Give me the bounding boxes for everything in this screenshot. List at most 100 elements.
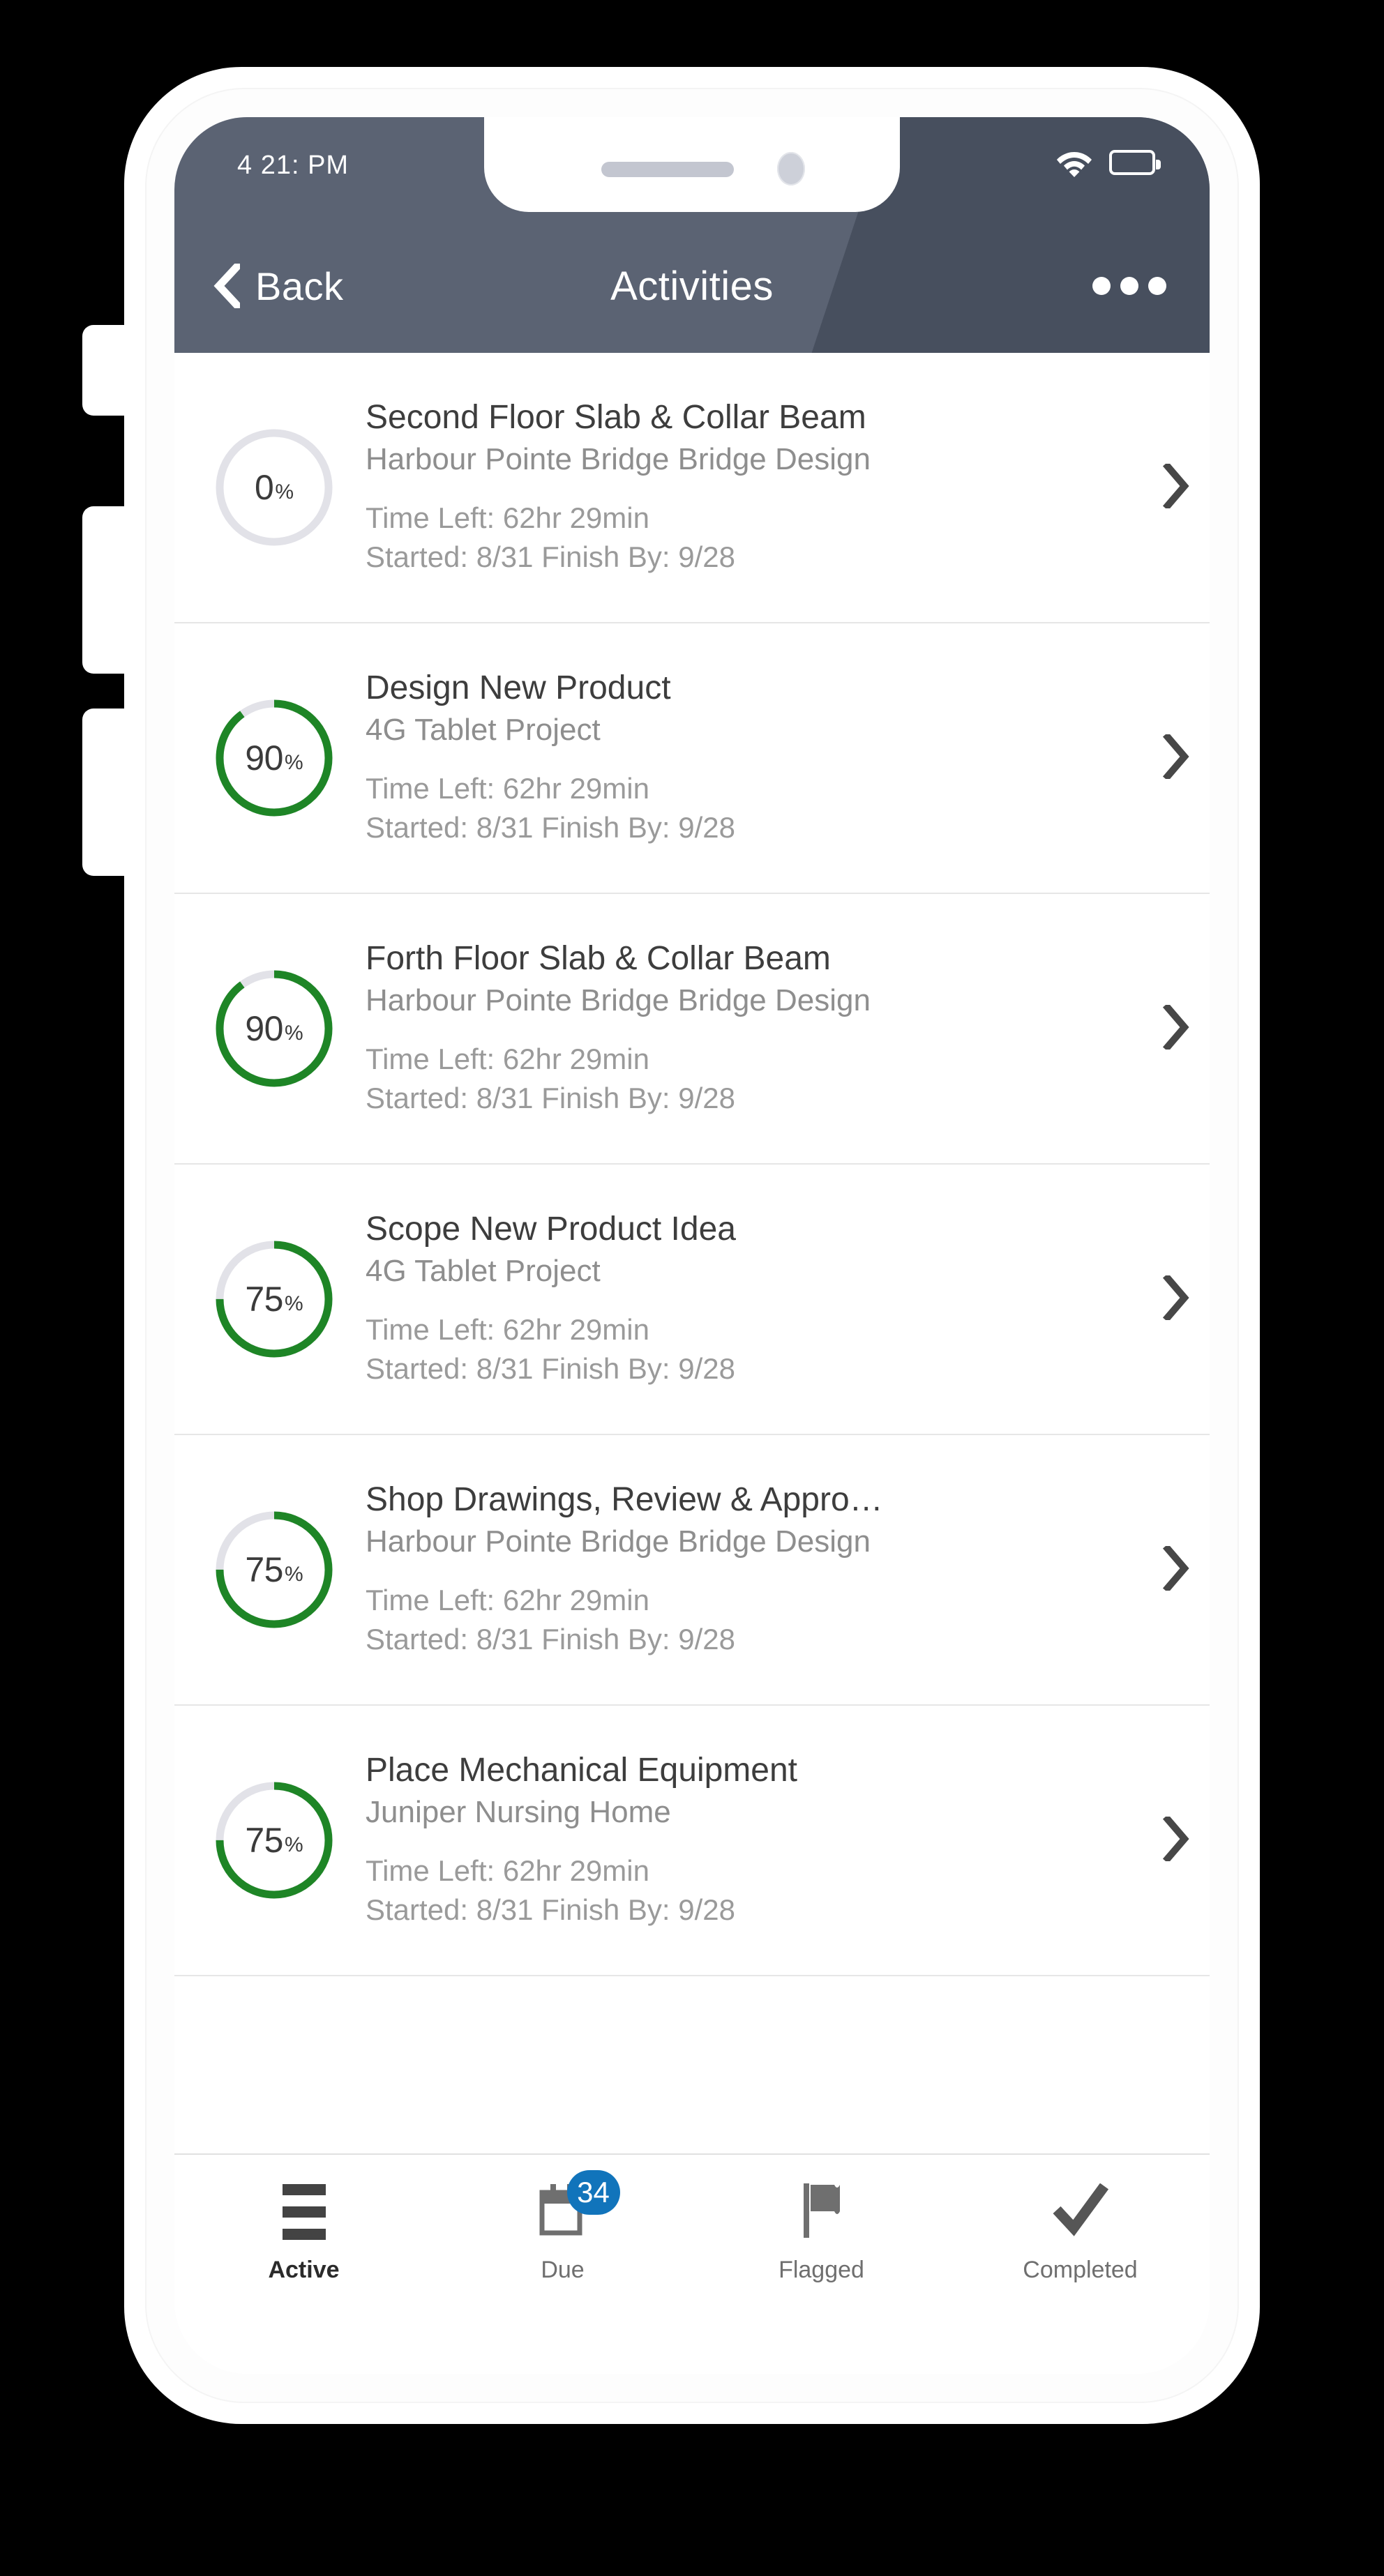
activity-text-block: Shop Drawings, Review & Appro… Harbour Po… (366, 1480, 1143, 1659)
activity-list[interactable]: 0% Second Floor Slab & Collar Beam Harbour… (174, 353, 1210, 2153)
activity-project: Juniper Nursing Home (366, 1794, 671, 1829)
activity-text-block: Forth Floor Slab & Collar Beam Harbour Po… (366, 939, 1143, 1118)
progress-ring: 0% (211, 424, 338, 551)
percent-symbol: % (284, 1022, 303, 1045)
activity-text-block: Place Mechanical Equipment Juniper Nursin… (366, 1751, 1143, 1930)
progress-ring-label: 75% (211, 1236, 338, 1363)
activity-title: Second Floor Slab & Collar Beam (366, 399, 866, 437)
activity-time-left: Time Left: 62hr 29min (366, 1854, 649, 1887)
status-bar-indicators (1056, 148, 1161, 177)
silent-switch-button[interactable] (82, 325, 127, 416)
activity-row[interactable]: 75% Place Mechanical Equipment Juniper Nur… (174, 1706, 1210, 1976)
progress-percent-value: 90 (245, 738, 283, 778)
tab-item-active[interactable]: Active (174, 2183, 433, 2284)
activity-project: 4G Tablet Project (366, 712, 601, 747)
activity-disclosure-button[interactable] (1143, 1002, 1210, 1053)
progress-ring: 90% (211, 695, 338, 821)
activity-time-left: Time Left: 62hr 29min (366, 1042, 649, 1075)
progress-ring-label: 90% (211, 965, 338, 1092)
activity-dates: Started: 8/31 Finish By: 9/28 (366, 811, 735, 844)
activity-text-block: Second Floor Slab & Collar Beam Harbour P… (366, 398, 1143, 577)
activity-row[interactable]: 90% Forth Floor Slab & Collar Beam Harbour… (174, 894, 1210, 1165)
bottom-tab-bar: Active 34 Due Flagged Completed (174, 2153, 1210, 2374)
activity-title: Shop Drawings, Review & Appro… (366, 1481, 883, 1519)
activity-dates: Started: 8/31 Finish By: 9/28 (366, 1893, 735, 1927)
ellipsis-dot-icon (1092, 277, 1111, 295)
activity-time-left: Time Left: 62hr 29min (366, 1312, 649, 1346)
chevron-right-icon (1162, 461, 1190, 512)
activity-text-block: Scope New Product Idea 4G Tablet Project T… (366, 1210, 1143, 1388)
chevron-left-icon (212, 264, 240, 308)
tab-label: Active (268, 2257, 340, 2283)
back-button[interactable]: Back (212, 264, 344, 309)
tab-label: Completed (1023, 2257, 1138, 2283)
activity-disclosure-button[interactable] (1143, 461, 1210, 512)
activity-title: Place Mechanical Equipment (366, 1752, 798, 1789)
speaker-grill (601, 162, 734, 177)
progress-ring: 90% (211, 965, 338, 1092)
activity-project: Harbour Pointe Bridge Bridge Design (366, 983, 871, 1017)
percent-symbol: % (284, 1563, 303, 1586)
tab-item-due[interactable]: 34 Due (433, 2170, 692, 2284)
ellipsis-dot-icon (1148, 277, 1166, 295)
activity-row[interactable]: 0% Second Floor Slab & Collar Beam Harbour… (174, 353, 1210, 623)
volume-up-button[interactable] (82, 506, 127, 674)
tab-icon-wrap (282, 2183, 326, 2241)
activity-row[interactable]: 90% Design New Product 4G Tablet Project Ti… (174, 623, 1210, 894)
progress-percent-value: 75 (245, 1280, 283, 1319)
activity-project: 4G Tablet Project (366, 1253, 601, 1288)
tab-item-completed[interactable]: Completed (951, 2183, 1210, 2284)
back-button-label: Back (255, 264, 344, 308)
activity-time-left: Time Left: 62hr 29min (366, 1583, 649, 1616)
wifi-icon (1056, 148, 1092, 177)
progress-percent-value: 75 (245, 1821, 283, 1860)
activity-project: Harbour Pointe Bridge Bridge Design (366, 1524, 871, 1559)
tab-icon-wrap (1051, 2183, 1110, 2241)
activity-project: Harbour Pointe Bridge Bridge Design (366, 441, 871, 476)
activity-row[interactable]: 75% Scope New Product Idea 4G Tablet Proje… (174, 1165, 1210, 1435)
chevron-right-icon (1162, 1002, 1190, 1053)
activity-disclosure-button[interactable] (1143, 1543, 1210, 1594)
activity-dates: Started: 8/31 Finish By: 9/28 (366, 1623, 735, 1656)
activity-dates: Started: 8/31 Finish By: 9/28 (366, 540, 735, 574)
chevron-right-icon (1162, 732, 1190, 782)
percent-symbol: % (284, 1833, 303, 1856)
ellipsis-dot-icon (1120, 277, 1138, 295)
phone-screen: 4 21: PM Back Activities 0 % Second Floo… (174, 117, 1210, 2374)
page-title: Activities (610, 263, 774, 309)
navigation-bar: Back Activities (174, 219, 1210, 353)
chevron-right-icon (1162, 1273, 1190, 1324)
progress-percent-value: 90 (245, 1009, 283, 1048)
activity-title: Scope New Product Idea (366, 1211, 736, 1248)
percent-symbol: % (284, 1292, 303, 1315)
front-camera-icon (777, 152, 805, 185)
flag-icon (801, 2182, 843, 2243)
activity-dates: Started: 8/31 Finish By: 9/28 (366, 1352, 735, 1386)
activity-disclosure-button[interactable] (1143, 732, 1210, 782)
activity-dates: Started: 8/31 Finish By: 9/28 (366, 1082, 735, 1115)
tab-badge: 34 (566, 2170, 620, 2215)
status-bar-time: 4 21: PM (237, 151, 349, 180)
chevron-right-icon (1162, 1814, 1190, 1865)
activity-disclosure-button[interactable] (1143, 1814, 1210, 1865)
tab-icon-wrap (801, 2183, 843, 2241)
progress-ring: 75% (211, 1777, 338, 1904)
percent-symbol: % (275, 480, 294, 503)
tab-label: Flagged (778, 2257, 864, 2283)
activity-disclosure-button[interactable] (1143, 1273, 1210, 1324)
activity-title: Design New Product (366, 669, 671, 707)
activity-text-block: Design New Product 4G Tablet Project Time … (366, 669, 1143, 847)
progress-percent-value: 0 (255, 468, 274, 507)
percent-symbol: % (284, 751, 303, 774)
progress-ring-label: 90% (211, 695, 338, 821)
tab-item-flagged[interactable]: Flagged (692, 2183, 951, 2284)
progress-ring-label: 75% (211, 1506, 338, 1633)
more-options-button[interactable] (1092, 277, 1166, 295)
activity-time-left: Time Left: 62hr 29min (366, 771, 649, 805)
activity-title: Forth Floor Slab & Collar Beam (366, 940, 831, 978)
volume-down-button[interactable] (82, 709, 127, 876)
activity-row[interactable]: 75% Shop Drawings, Review & Appro… Harbour… (174, 1435, 1210, 1706)
list-lines-icon (282, 2184, 326, 2240)
progress-percent-value: 75 (245, 1550, 283, 1589)
phone-frame: 4 21: PM Back Activities 0 % Second Floo… (82, 67, 1260, 2424)
